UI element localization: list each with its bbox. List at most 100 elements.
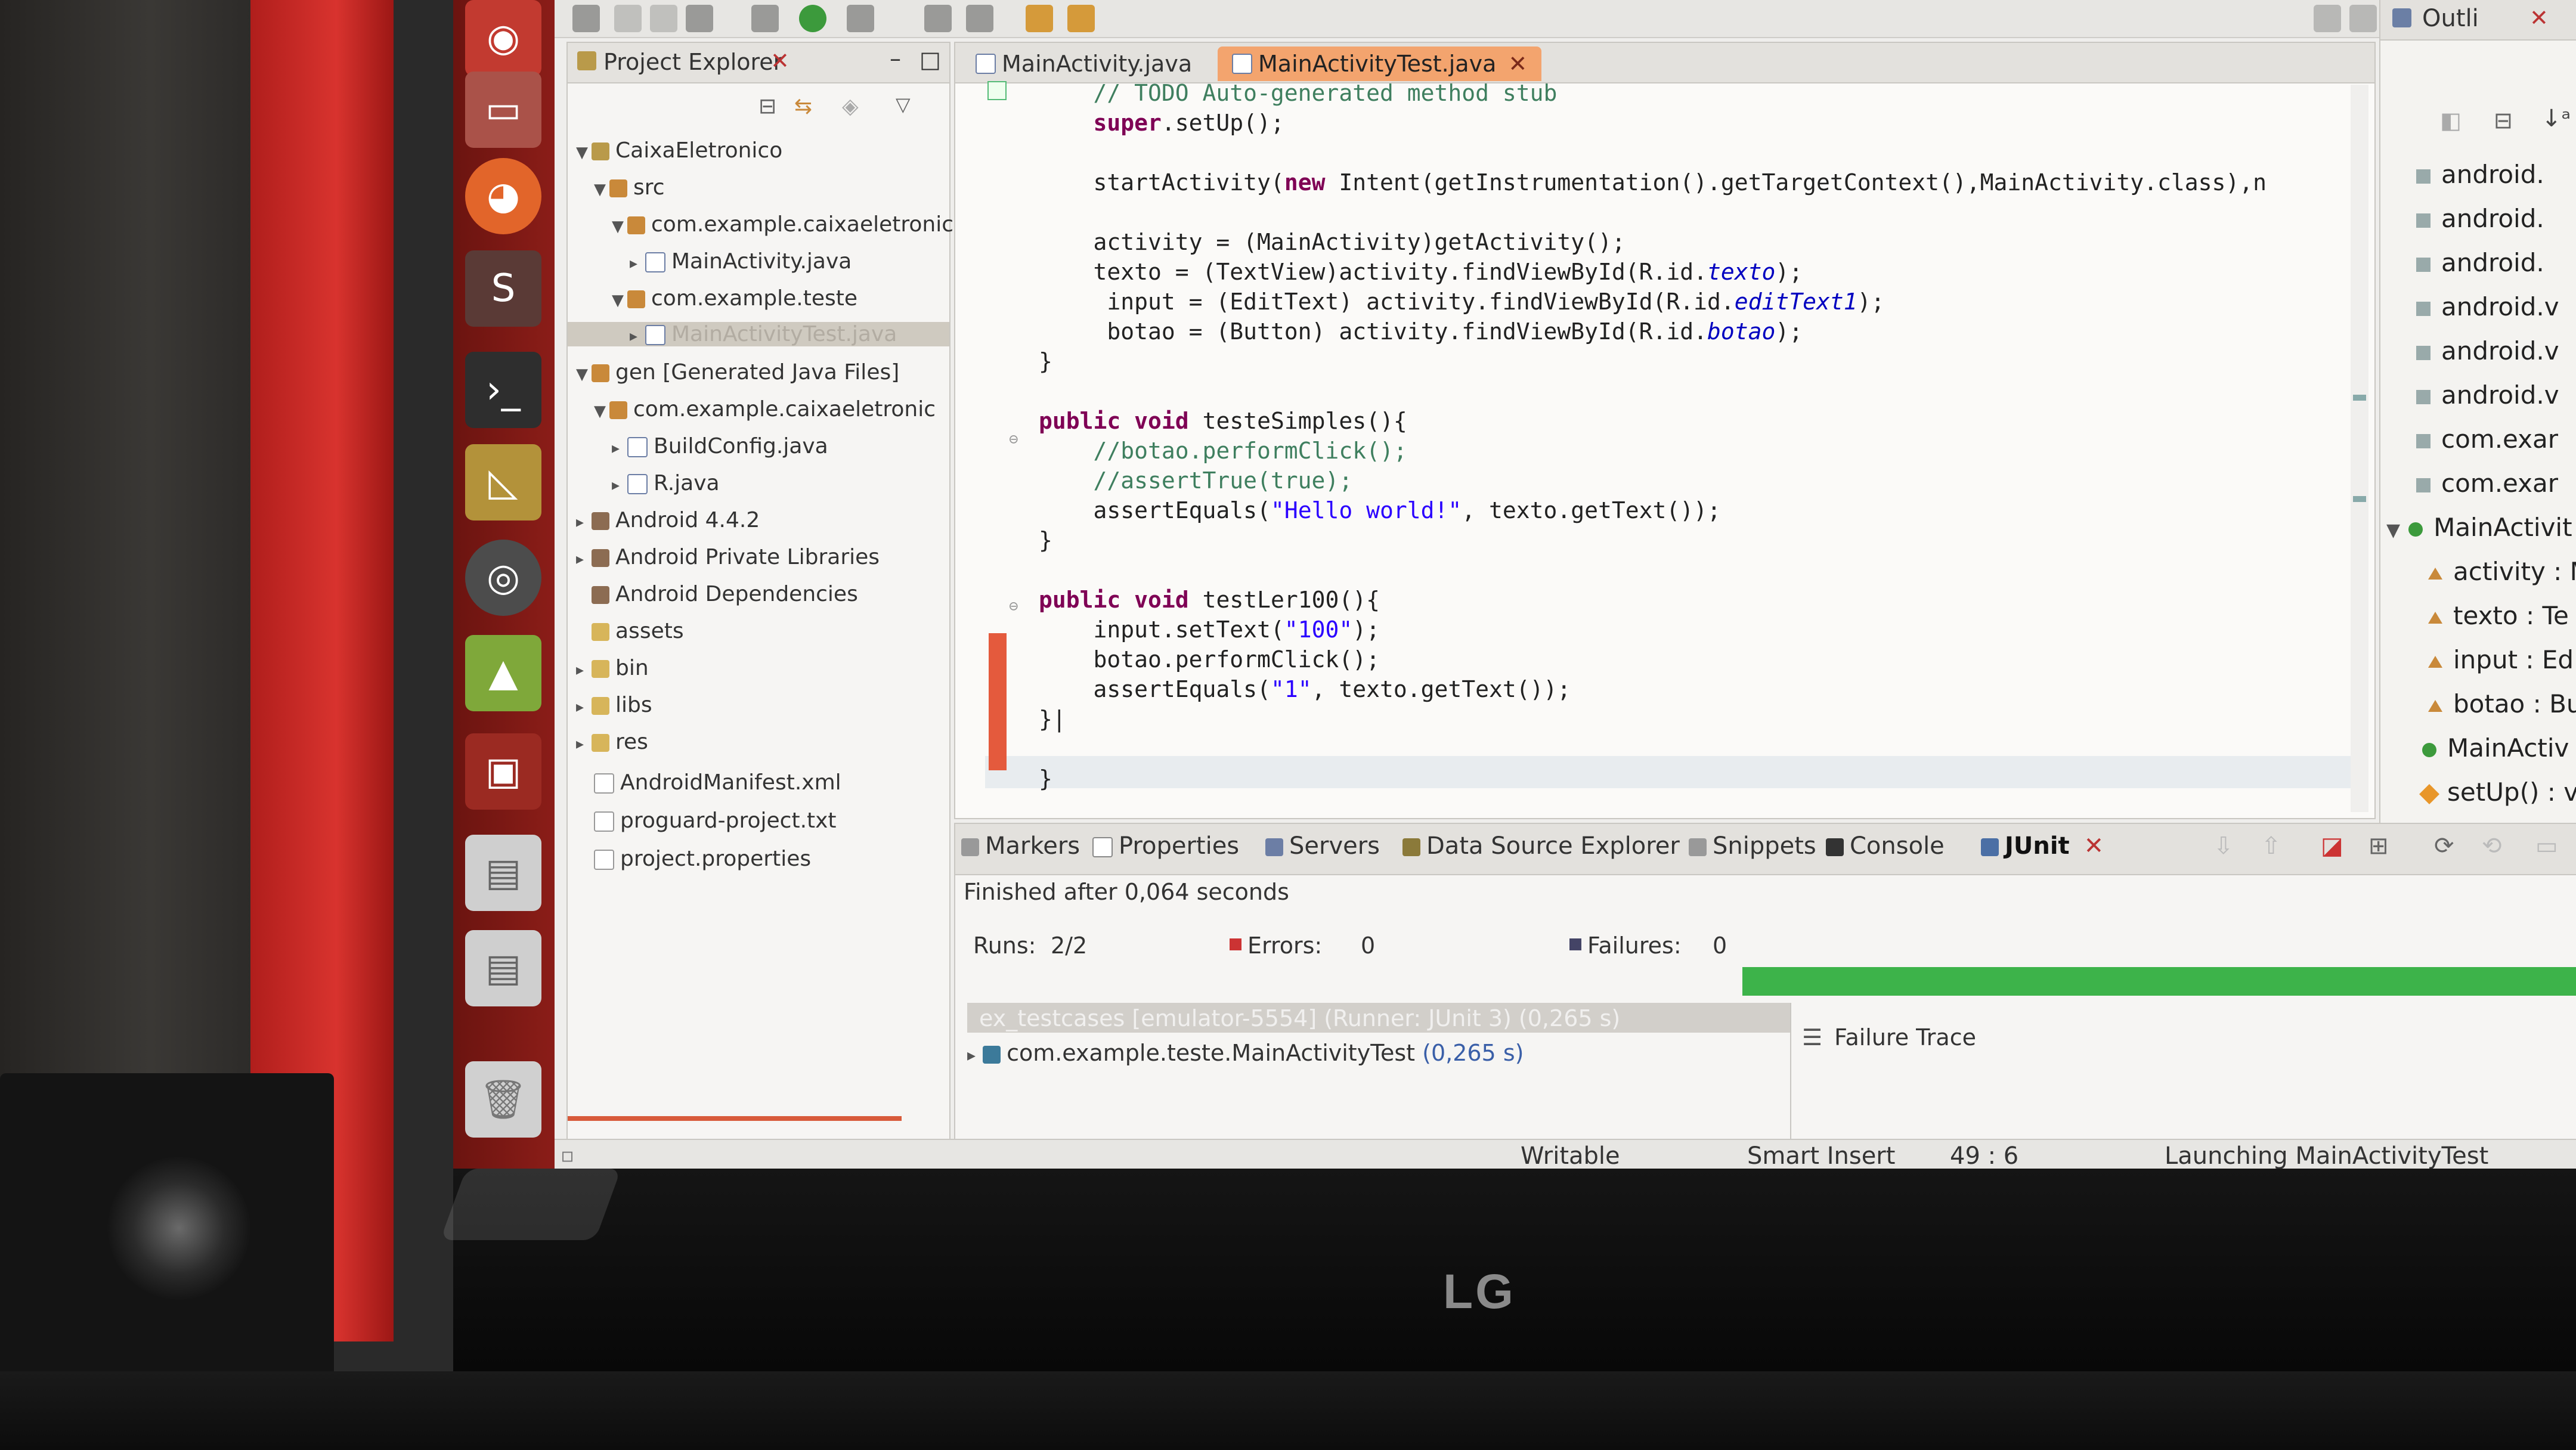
tab-data-source-explorer[interactable]: Data Source Explorer bbox=[1402, 832, 1680, 860]
tree-item-folder[interactable]: ▸ bin bbox=[576, 656, 649, 680]
tree-item-file[interactable]: proguard-project.txt bbox=[594, 808, 837, 833]
tab-properties[interactable]: Properties bbox=[1092, 832, 1239, 860]
new-icon[interactable] bbox=[572, 5, 600, 32]
minimize-view-icon[interactable]: – bbox=[890, 45, 901, 72]
open-task-icon[interactable] bbox=[1026, 5, 1053, 32]
collapse-all-icon[interactable]: ⊟ bbox=[758, 94, 776, 119]
stop-icon[interactable]: ▭ bbox=[2535, 832, 2558, 860]
tree-item-folder[interactable]: assets bbox=[576, 619, 684, 643]
rerun-test-icon[interactable]: ⟳ bbox=[2434, 832, 2454, 860]
outline-item-method[interactable]: setUp() : v bbox=[2419, 777, 2576, 807]
tree-item-package[interactable]: ▼ com.example.teste bbox=[612, 286, 857, 311]
eclipse-icon[interactable]: ◎ bbox=[465, 540, 541, 616]
tree-item-java-file[interactable]: ▸ BuildConfig.java bbox=[612, 434, 828, 458]
run-icon[interactable] bbox=[799, 5, 826, 32]
workspace-switcher-icon[interactable]: ▣ bbox=[465, 733, 541, 810]
hide-fields-icon[interactable]: ◧ bbox=[2440, 107, 2462, 134]
dash-home-icon[interactable]: ◉ bbox=[465, 0, 541, 76]
collapse-all-icon[interactable]: ⊟ bbox=[2494, 107, 2513, 134]
tab-snippets[interactable]: Snippets bbox=[1689, 832, 1816, 860]
outline-item-import[interactable]: android.v bbox=[2416, 380, 2559, 410]
annotation-icon[interactable] bbox=[1067, 5, 1095, 32]
overview-ruler[interactable] bbox=[2351, 85, 2368, 812]
outline-item-field[interactable]: texto : Te bbox=[2428, 601, 2569, 630]
minimize-icon[interactable] bbox=[2314, 5, 2341, 32]
outline-item-constructor[interactable]: MainActiv bbox=[2422, 733, 2569, 763]
fold-icon[interactable]: ⊖ bbox=[1009, 597, 1018, 615]
geometry-app-icon[interactable]: ◺ bbox=[465, 444, 541, 520]
outline-item-import[interactable]: android. bbox=[2416, 248, 2544, 277]
close-icon[interactable]: ✕ bbox=[2529, 5, 2549, 31]
trash-icon[interactable]: 🗑 bbox=[465, 1061, 541, 1138]
tree-item-folder[interactable]: ▸ res bbox=[576, 730, 648, 754]
tab-junit[interactable]: JUnit ✕ bbox=[1981, 832, 2104, 860]
tree-item-java-file[interactable]: ▸ MainActivity.java bbox=[630, 249, 852, 274]
outline-item-field[interactable]: activity : M bbox=[2428, 557, 2576, 586]
tab-markers[interactable]: Markers bbox=[961, 832, 1080, 860]
maximize-view-icon[interactable]: □ bbox=[919, 47, 941, 73]
fold-icon[interactable]: ⊖ bbox=[1009, 430, 1018, 448]
outline-icon bbox=[2392, 8, 2411, 27]
debug-icon[interactable] bbox=[751, 5, 779, 32]
tab-main-activity[interactable]: MainActivity.java bbox=[961, 47, 1206, 81]
tree-item-file[interactable]: AndroidManifest.xml bbox=[594, 770, 841, 795]
tab-servers[interactable]: Servers bbox=[1265, 832, 1380, 860]
outline-item-import[interactable]: android. bbox=[2416, 160, 2544, 189]
tab-main-activity-test[interactable]: MainActivityTest.java ✕ bbox=[1218, 47, 1542, 81]
outline-item-class[interactable]: ▼ MainActivit bbox=[2386, 513, 2572, 542]
outline-item-import[interactable]: android.v bbox=[2416, 292, 2559, 321]
previous-failure-icon[interactable]: ⇧ bbox=[2261, 832, 2281, 860]
removable-drive-icon[interactable]: ▤ bbox=[465, 930, 541, 1006]
scroll-lock-icon[interactable]: ⊞ bbox=[2368, 832, 2389, 860]
android-sdk-icon[interactable]: ▲ bbox=[465, 635, 541, 711]
print-icon[interactable] bbox=[686, 5, 713, 32]
outline-item-field[interactable]: input : Edi bbox=[2428, 645, 2576, 674]
close-icon[interactable]: ✕ bbox=[770, 48, 789, 74]
drive-icon[interactable]: ▤ bbox=[465, 835, 541, 911]
tree-item-java-file[interactable]: ▸ R.java bbox=[612, 471, 720, 495]
project-explorer-title[interactable]: Project Explorer bbox=[603, 49, 782, 75]
sash-divider[interactable] bbox=[1790, 1003, 1791, 1140]
firefox-icon[interactable]: ◕ bbox=[465, 158, 541, 234]
view-menu-icon[interactable]: ▽ bbox=[896, 93, 911, 116]
new-view-icon[interactable]: ▫ bbox=[561, 1144, 574, 1167]
external-tools-icon[interactable] bbox=[847, 5, 874, 32]
tree-item-package[interactable]: ▼ com.example.caixaeletronic bbox=[612, 212, 953, 237]
code-area[interactable]: ⊖ ⊖ // TODO Auto-generated method stub s… bbox=[985, 80, 2368, 812]
tree-item-library[interactable]: Android Dependencies bbox=[576, 582, 858, 606]
tree-item-project[interactable]: ▼ CaixaEletronico bbox=[576, 138, 782, 163]
tree-item-package[interactable]: ▼ com.example.caixaeletronic bbox=[594, 397, 936, 422]
save-all-icon[interactable] bbox=[650, 5, 677, 32]
outline-title[interactable]: Outli bbox=[2422, 5, 2479, 32]
next-failure-icon[interactable]: ⇩ bbox=[2213, 832, 2234, 860]
focus-icon[interactable]: ◈ bbox=[842, 94, 859, 119]
link-with-editor-icon[interactable]: ⇆ bbox=[794, 94, 812, 119]
close-icon[interactable]: ✕ bbox=[2084, 832, 2104, 860]
test-tree-root[interactable]: ex_testcases [emulator-5554] (Runner: JU… bbox=[967, 1003, 1790, 1033]
close-icon[interactable]: ✕ bbox=[1508, 51, 1527, 77]
outline-item-import[interactable]: android. bbox=[2416, 204, 2544, 233]
test-tree-item[interactable]: ▸ com.example.teste.MainActivityTest (0,2… bbox=[967, 1040, 1524, 1066]
outline-item-import[interactable]: android.v bbox=[2416, 336, 2559, 365]
tree-item-java-file-selected[interactable]: ▸ MainActivityTest.java bbox=[568, 322, 949, 346]
tab-console[interactable]: Console bbox=[1826, 832, 1945, 860]
maximize-icon[interactable] bbox=[2349, 5, 2377, 32]
open-type-icon[interactable] bbox=[924, 5, 952, 32]
search-icon[interactable] bbox=[966, 5, 993, 32]
rerun-failed-icon[interactable]: ⟲ bbox=[2482, 832, 2502, 860]
outline-item-import[interactable]: com.exar bbox=[2416, 425, 2558, 454]
show-failures-only-icon[interactable]: ◪ bbox=[2321, 832, 2343, 860]
tree-item-folder[interactable]: ▸ libs bbox=[576, 693, 652, 717]
tree-item-gen[interactable]: ▼ gen [Generated Java Files] bbox=[576, 360, 899, 385]
outline-item-import[interactable]: com.exar bbox=[2416, 469, 2558, 498]
save-icon[interactable] bbox=[614, 5, 642, 32]
tree-item-library[interactable]: ▸ Android 4.4.2 bbox=[576, 508, 760, 532]
tree-item-library[interactable]: ▸ Android Private Libraries bbox=[576, 545, 880, 569]
files-icon[interactable]: ▭ bbox=[465, 72, 541, 148]
tree-item-file[interactable]: project.properties bbox=[594, 847, 811, 871]
sublime-text-icon[interactable]: S bbox=[465, 250, 541, 327]
sort-icon[interactable]: ↓ᵃ bbox=[2541, 105, 2571, 132]
outline-item-field[interactable]: botao : Bu bbox=[2428, 689, 2576, 718]
tree-item-src[interactable]: ▼ src bbox=[594, 175, 665, 200]
terminal-icon[interactable]: ›_ bbox=[465, 352, 541, 428]
